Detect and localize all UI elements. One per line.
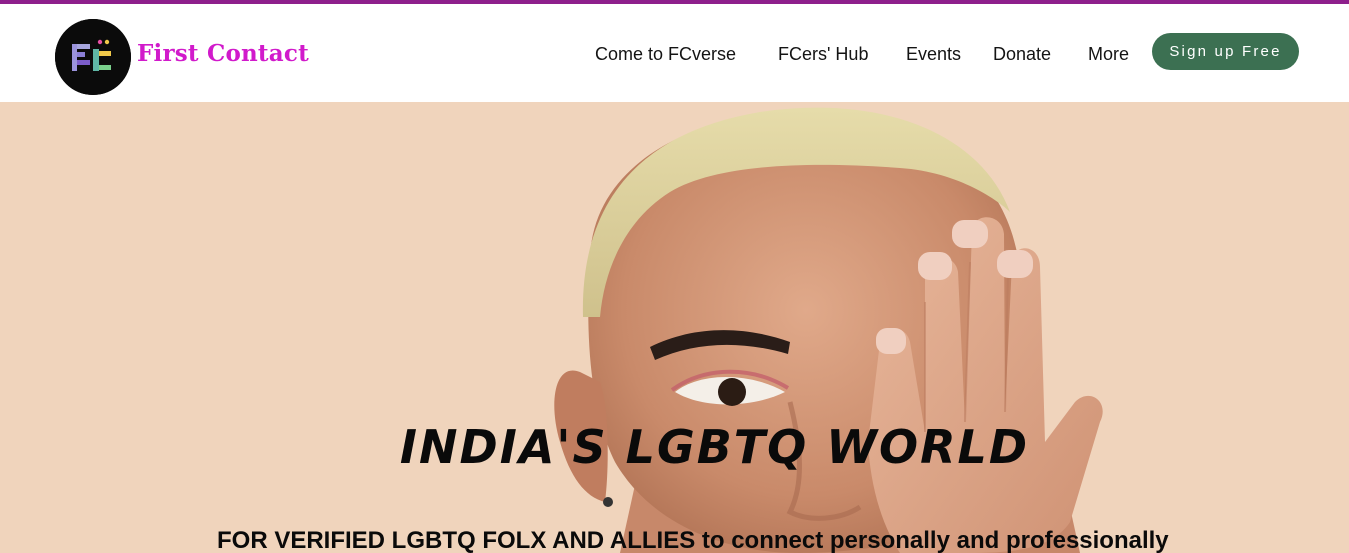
- hero-section: INDIA'S LGBTQ WORLD FOR VERIFIED LGBTQ F…: [0, 102, 1349, 553]
- person-covering-eye-photo: [0, 102, 1349, 553]
- nav-item-fcers-hub[interactable]: FCers' Hub: [778, 44, 868, 65]
- nav-item-more[interactable]: More: [1088, 44, 1129, 65]
- nav-item-donate[interactable]: Donate: [993, 44, 1051, 65]
- fc-monogram-logo-icon: [55, 19, 131, 95]
- brand-name[interactable]: First Contact: [137, 40, 309, 67]
- sign-up-free-button[interactable]: Sign up Free: [1152, 33, 1299, 70]
- nav-item-events[interactable]: Events: [906, 44, 961, 65]
- logo-link[interactable]: [55, 19, 131, 95]
- nav-item-come-to-fcverse[interactable]: Come to FCverse: [595, 44, 736, 65]
- hero-subline: FOR VERIFIED LGBTQ FOLX AND ALLIES to co…: [217, 527, 1169, 553]
- hero-headline: INDIA'S LGBTQ WORLD: [399, 420, 1030, 474]
